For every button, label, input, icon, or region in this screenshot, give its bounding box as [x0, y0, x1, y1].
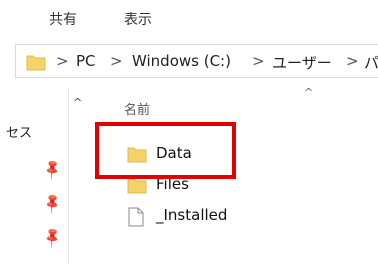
file-name: _Installed: [156, 206, 228, 224]
quick-access-label[interactable]: セス: [6, 122, 32, 141]
tab-share[interactable]: 共有: [49, 9, 77, 29]
breadcrumb-users[interactable]: ユーザー: [272, 52, 332, 73]
pin-icon: 📌: [40, 226, 65, 250]
scroll-up-icon[interactable]: ^: [73, 96, 82, 109]
pin-icon: 📌: [40, 158, 65, 182]
file-icon: [127, 207, 145, 231]
breadcrumb-separator: >: [110, 52, 123, 70]
folder-icon: [127, 176, 147, 198]
breadcrumb-next[interactable]: パ: [364, 52, 378, 73]
pin-icon: 📌: [40, 192, 65, 216]
file-name: Files: [156, 175, 189, 193]
address-bar[interactable]: > PC > Windows (C:) > ユーザー > パ: [15, 44, 378, 78]
sort-ascending-icon: ^: [304, 86, 314, 99]
tab-view[interactable]: 表示: [124, 9, 152, 29]
file-name: Data: [156, 144, 192, 162]
column-header-name[interactable]: 名前: [124, 99, 150, 118]
breadcrumb-separator: >: [56, 52, 69, 70]
folder-icon: [127, 145, 147, 167]
navigation-pane: セス 📌 📌 📌: [0, 88, 69, 264]
breadcrumb-separator: >: [252, 52, 265, 70]
breadcrumb-windows-c[interactable]: Windows (C:): [132, 52, 231, 70]
folder-icon: [26, 53, 46, 75]
breadcrumb-separator: >: [346, 52, 359, 70]
breadcrumb-pc[interactable]: PC: [76, 52, 96, 70]
